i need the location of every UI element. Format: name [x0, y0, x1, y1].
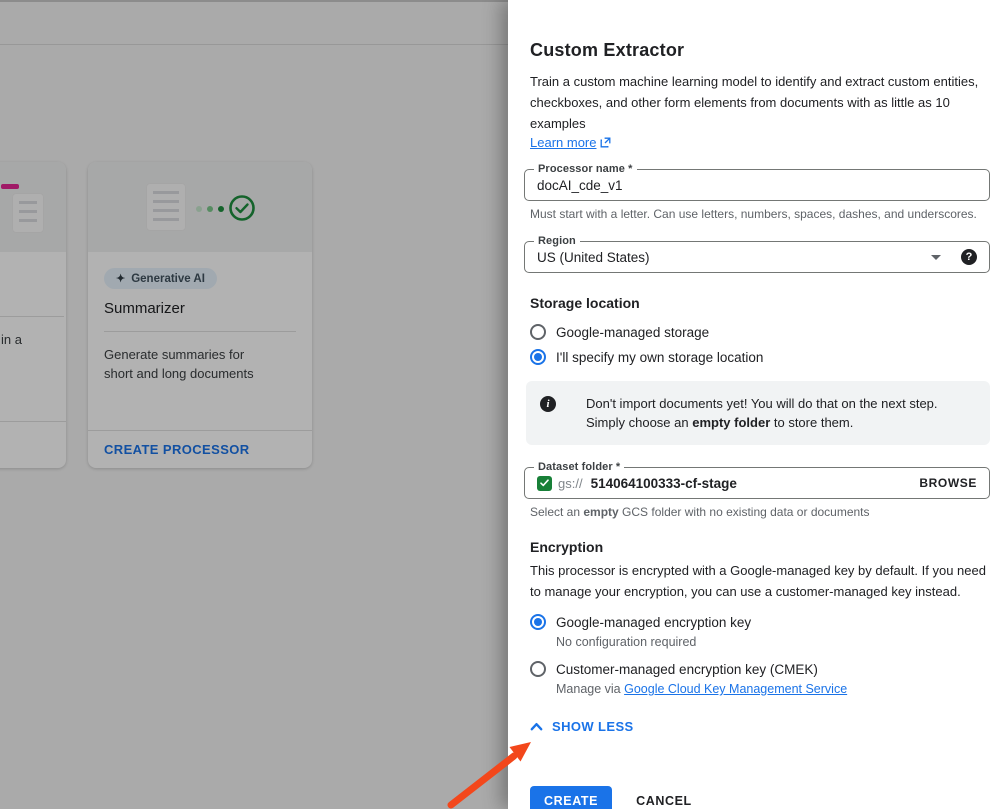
encryption-heading: Encryption — [530, 539, 990, 555]
radio-own-storage-location[interactable]: I'll specify my own storage location — [530, 349, 990, 366]
dataset-folder-value: 514064100333-cf-stage — [591, 476, 920, 491]
info-banner-text: Don't import documents yet! You will do … — [586, 394, 970, 432]
external-link-icon — [600, 137, 611, 148]
info-banner: i Don't import documents yet! You will d… — [526, 381, 990, 445]
panel-title: Custom Extractor — [530, 40, 990, 61]
region-field[interactable]: Region US (United States) ? — [524, 241, 990, 273]
helper-post: GCS folder with no existing data or docu… — [619, 505, 870, 519]
dataset-folder-field[interactable]: Dataset folder * gs:// 514064100333-cf-s… — [524, 467, 990, 499]
radio-unselected-icon — [530, 324, 546, 340]
modal-scrim — [0, 0, 508, 809]
radio-sublabel: No configuration required — [556, 635, 751, 649]
learn-more-label: Learn more — [530, 135, 596, 150]
chevron-down-icon[interactable] — [931, 255, 941, 260]
helper-pre: Select an — [530, 505, 583, 519]
radio-label: Google-managed encryption key — [556, 615, 751, 630]
region-label: Region — [534, 235, 580, 247]
info-text-bold: empty folder — [692, 415, 770, 430]
processor-name-field[interactable]: Processor name * — [524, 169, 990, 201]
radio-cmek-key[interactable]: Customer-managed encryption key (CMEK) M… — [530, 661, 990, 696]
help-icon[interactable]: ? — [961, 249, 977, 265]
panel-intro: Train a custom machine learning model to… — [530, 71, 994, 134]
helper-bold: empty — [583, 505, 618, 519]
gcs-scheme-prefix: gs:// — [558, 476, 583, 491]
processor-name-label: Processor name * — [534, 163, 637, 175]
storage-location-heading: Storage location — [530, 295, 990, 311]
chevron-up-icon — [530, 722, 543, 731]
radio-google-managed-key[interactable]: Google-managed encryption key No configu… — [530, 614, 990, 649]
create-button[interactable]: CREATE — [530, 786, 612, 809]
processor-name-input[interactable] — [537, 178, 977, 193]
radio-google-managed-storage[interactable]: Google-managed storage — [530, 324, 990, 341]
browse-button[interactable]: BROWSE — [919, 476, 977, 490]
radio-sublabel: Manage via Google Cloud Key Management S… — [556, 682, 847, 696]
dataset-folder-label: Dataset folder * — [534, 461, 624, 473]
radio-selected-icon — [530, 349, 546, 365]
radio-label: Customer-managed encryption key (CMEK) — [556, 662, 818, 677]
action-buttons: CREATE CANCEL — [530, 786, 990, 809]
dataset-folder-helper: Select an empty GCS folder with no exist… — [530, 505, 990, 519]
screen: ies in a ✦ Generative — [0, 0, 1006, 809]
encryption-description: This processor is encrypted with a Googl… — [530, 560, 994, 602]
processor-name-helper: Must start with a letter. Can use letter… — [530, 207, 990, 221]
radio-label: I'll specify my own storage location — [556, 349, 763, 366]
custom-extractor-panel: Custom Extractor Train a custom machine … — [508, 0, 1006, 809]
show-less-label: SHOW LESS — [552, 719, 634, 734]
valid-check-icon — [537, 476, 552, 491]
cancel-button[interactable]: CANCEL — [636, 794, 692, 808]
learn-more-link[interactable]: Learn more — [530, 135, 611, 150]
radio-selected-icon — [530, 614, 546, 630]
info-text-post: to store them. — [770, 415, 853, 430]
info-icon: i — [540, 396, 556, 412]
radio-unselected-icon — [530, 661, 546, 677]
radio-label: Google-managed storage — [556, 324, 709, 341]
kms-link[interactable]: Google Cloud Key Management Service — [624, 682, 847, 696]
region-selected-value: US (United States) — [537, 250, 931, 265]
show-less-button[interactable]: SHOW LESS — [530, 719, 634, 734]
sub-pre: Manage via — [556, 682, 624, 696]
